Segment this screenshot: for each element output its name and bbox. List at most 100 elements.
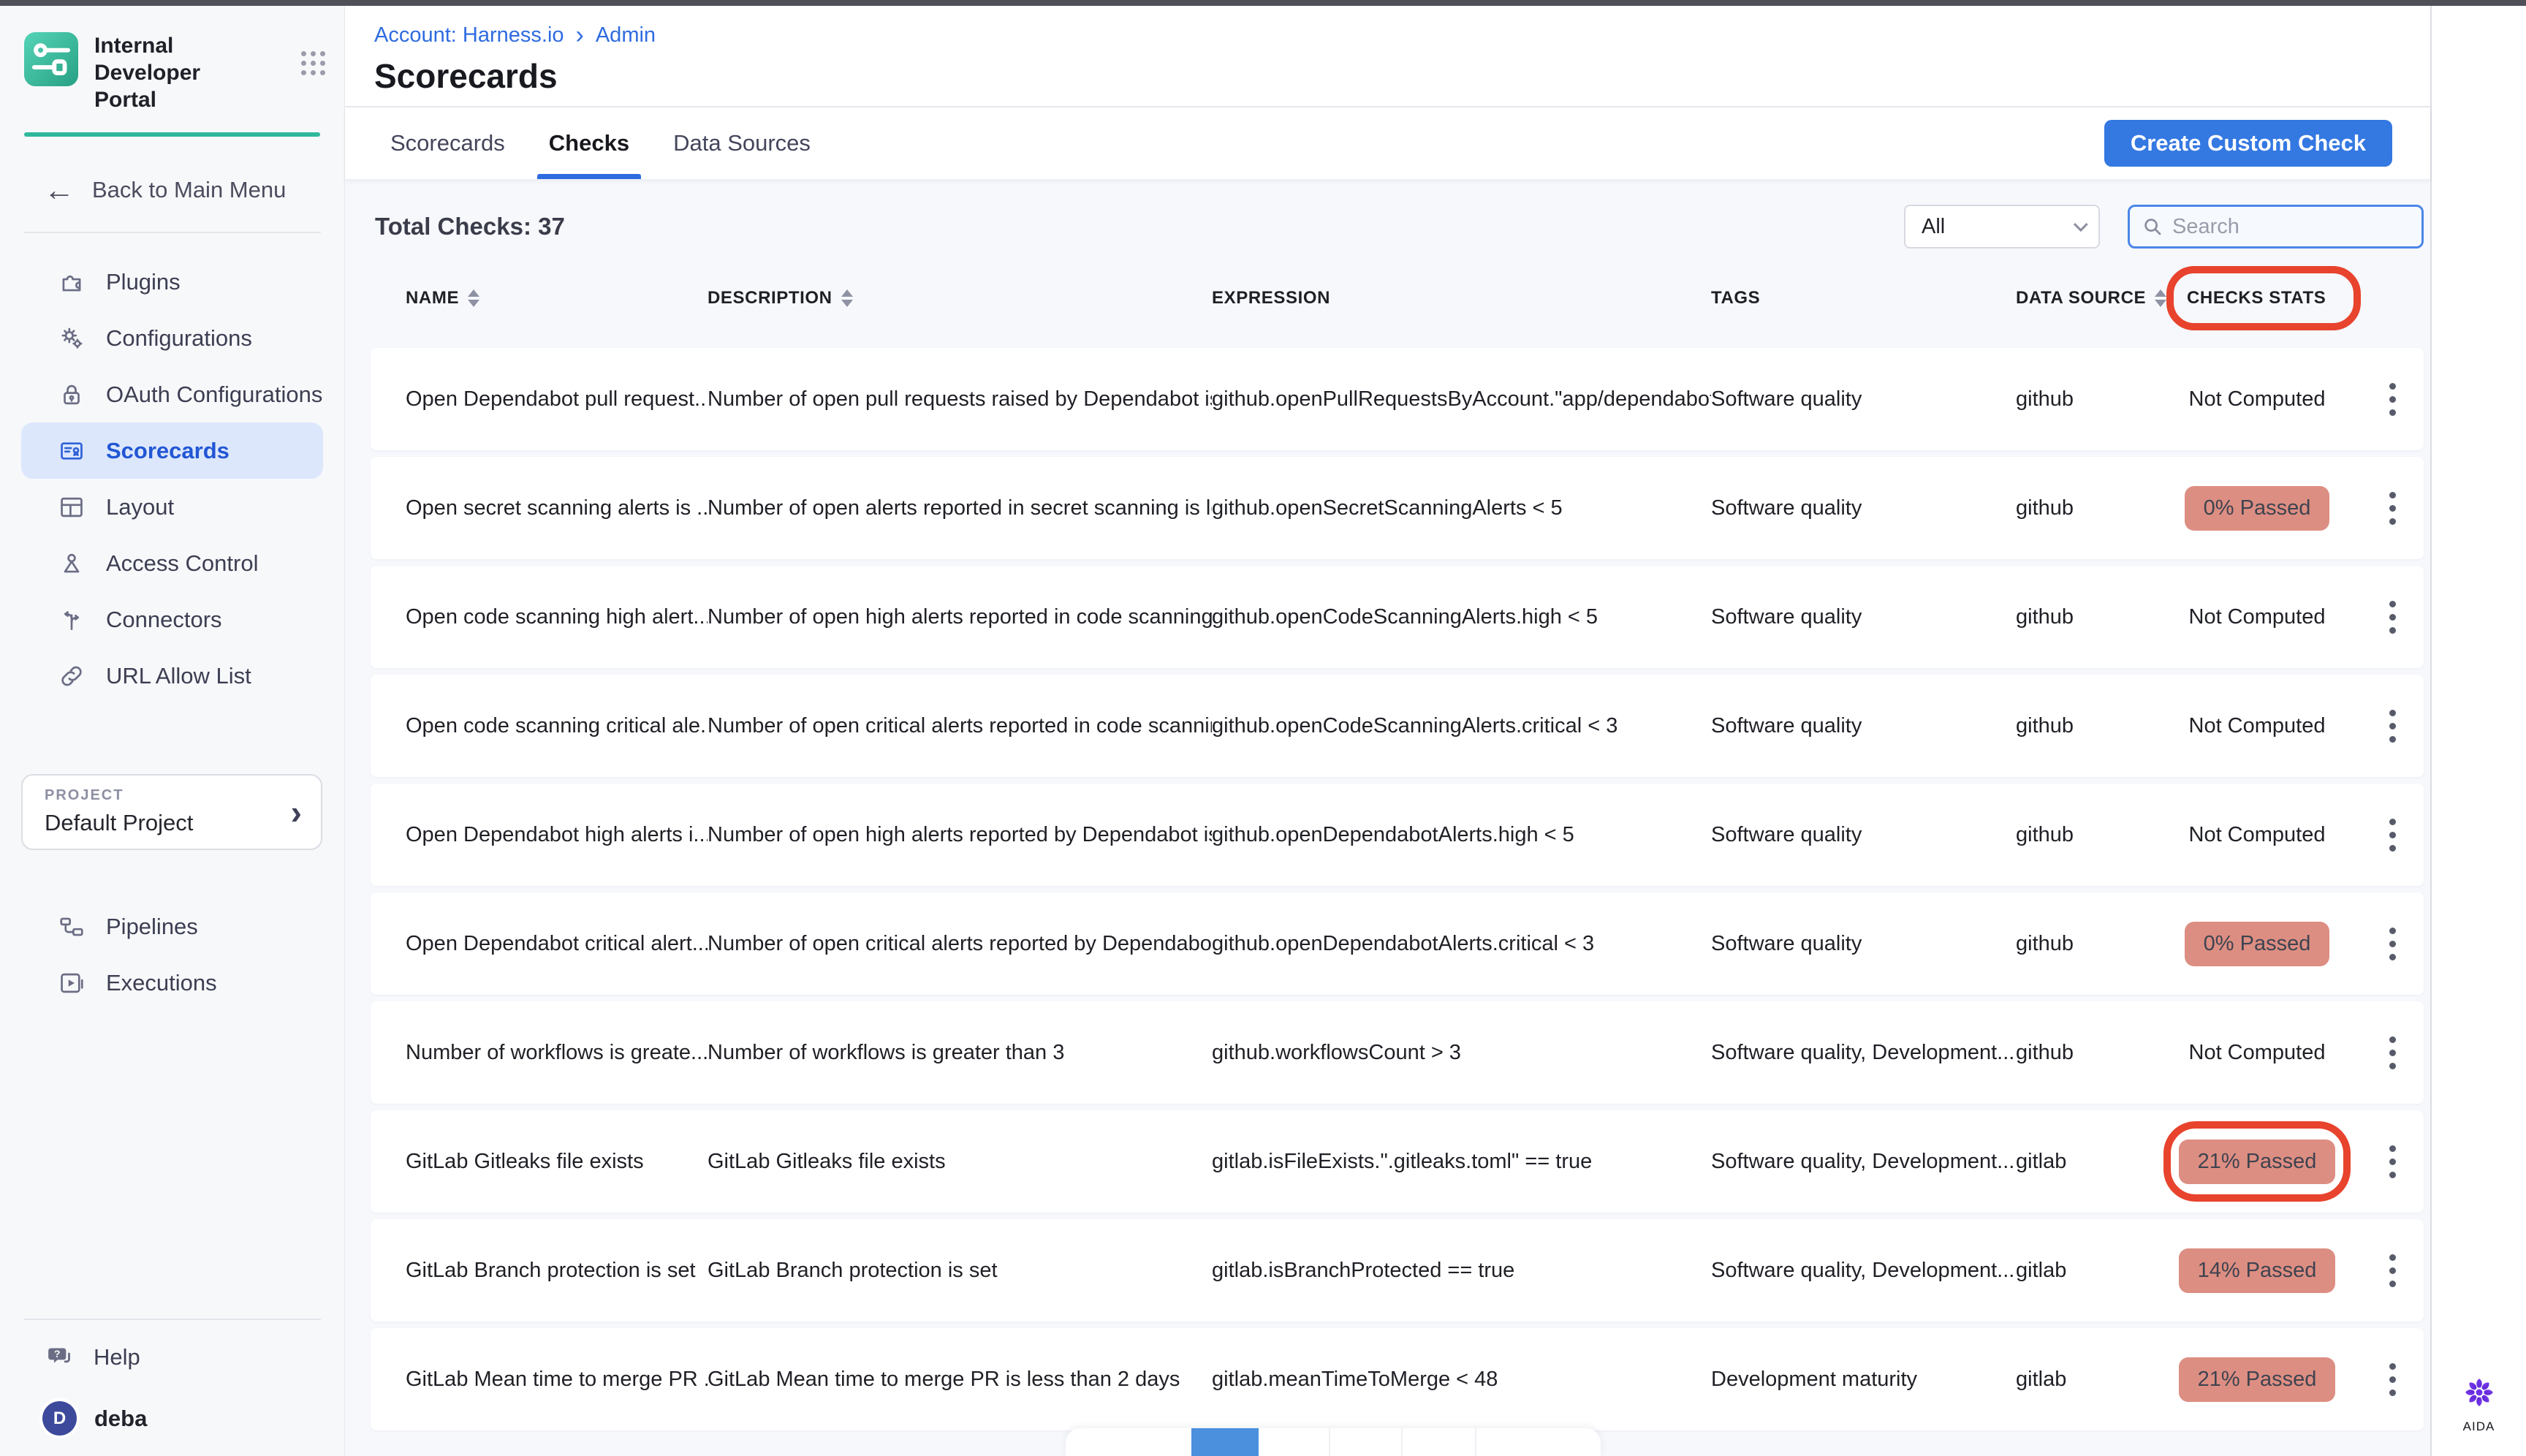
check-description: Number of open critical alerts reported … — [708, 932, 1212, 956]
sort-icon[interactable] — [468, 289, 479, 307]
sidebar-item-url-allow-list[interactable]: URL Allow List — [21, 648, 323, 704]
pagination-page-active[interactable] — [1191, 1428, 1259, 1456]
row-actions — [2385, 923, 2400, 965]
sidebar-item-oauth-configurations[interactable]: OAuth Configurations — [21, 366, 323, 422]
scorecard-icon — [58, 437, 86, 465]
kebab-menu-icon[interactable] — [2385, 814, 2400, 856]
check-data-source: github — [2016, 823, 2169, 847]
kebab-menu-icon[interactable] — [2385, 1032, 2400, 1074]
create-custom-check-button[interactable]: Create Custom Check — [2104, 120, 2392, 167]
column-header-data-source[interactable]: DATA SOURCE — [2016, 288, 2169, 308]
pagination-prev-button[interactable] — [1066, 1428, 1191, 1456]
row-actions — [2385, 1141, 2400, 1183]
app-grid-icon[interactable] — [301, 51, 325, 75]
window-top-strip — [0, 0, 2526, 6]
chevron-right-icon: › — [576, 26, 584, 45]
tab-scorecards[interactable]: Scorecards — [386, 107, 509, 179]
check-tags: Software quality — [1711, 496, 2016, 520]
aida-label: AIDA — [2432, 1419, 2526, 1434]
pagination-page-button[interactable] — [1259, 1428, 1329, 1456]
brand-divider — [24, 132, 320, 137]
project-name: Default Project — [45, 810, 321, 836]
check-description: GitLab Gitleaks file exists — [708, 1150, 1212, 1174]
check-stats: Not Computed — [2169, 714, 2345, 738]
sidebar-item-scorecards[interactable]: Scorecards — [21, 422, 323, 479]
sort-icon[interactable] — [2155, 289, 2166, 307]
check-stats: Not Computed — [2169, 1041, 2345, 1065]
sidebar-item-access-control[interactable]: Access Control — [21, 535, 323, 591]
check-description: GitLab Branch protection is set — [708, 1259, 1212, 1283]
puzzle-icon — [58, 268, 86, 296]
tab-data-sources[interactable]: Data Sources — [669, 107, 815, 179]
check-data-source: github — [2016, 605, 2169, 629]
table-row: Open Dependabot pull request...Number of… — [371, 348, 2424, 450]
pagination-next-button[interactable] — [1475, 1428, 1601, 1456]
column-header-description[interactable]: DESCRIPTION — [708, 288, 1212, 308]
filter-dropdown[interactable]: All — [1904, 205, 2100, 249]
check-data-source: github — [2016, 387, 2169, 412]
kebab-menu-icon[interactable] — [2385, 488, 2400, 529]
project-label: PROJECT — [45, 787, 321, 804]
check-description: Number of open critical alerts reported … — [708, 714, 1212, 738]
check-data-source: gitlab — [2016, 1259, 2169, 1283]
search-input[interactable] — [2172, 215, 2410, 239]
check-tags: Software quality — [1711, 932, 2016, 956]
check-expression: gitlab.isFileExists.".gitleaks.toml" == … — [1212, 1150, 1711, 1174]
sidebar-item-connectors[interactable]: Connectors — [21, 591, 323, 648]
sidebar-item-label: Scorecards — [106, 438, 230, 464]
row-actions — [2385, 814, 2400, 856]
check-data-source: github — [2016, 932, 2169, 956]
project-selector[interactable]: PROJECT Default Project › — [21, 774, 322, 850]
column-header-checks-stats: CHECKS STATS — [2169, 288, 2345, 308]
back-to-main-menu[interactable]: ← Back to Main Menu — [0, 175, 344, 205]
stats-text: Not Computed — [2189, 714, 2326, 738]
sidebar-divider — [23, 1319, 321, 1320]
kebab-menu-icon[interactable] — [2385, 705, 2400, 747]
row-actions — [2385, 1250, 2400, 1292]
kebab-menu-icon[interactable] — [2385, 596, 2400, 638]
kebab-menu-icon[interactable] — [2385, 379, 2400, 420]
check-description: GitLab Mean time to merge PR is less tha… — [708, 1368, 1212, 1392]
sidebar-item-label: Connectors — [106, 607, 222, 633]
sidebar-item-configurations[interactable]: Configurations — [21, 310, 323, 366]
sidebar-item-pipelines[interactable]: Pipelines — [21, 898, 323, 955]
check-stats: 0% Passed — [2169, 486, 2345, 531]
kebab-menu-icon[interactable] — [2385, 1141, 2400, 1183]
sidebar-item-executions[interactable]: Executions — [21, 955, 323, 1011]
help-button[interactable]: ? Help — [0, 1329, 344, 1385]
chevron-down-icon — [2074, 217, 2088, 232]
user-menu[interactable]: D deba — [0, 1401, 344, 1436]
check-expression: github.openDependabotAlerts.high < 5 — [1212, 823, 1711, 847]
aida-assistant-button[interactable]: AIDA — [2432, 1375, 2526, 1434]
tab-checks[interactable]: Checks — [545, 107, 634, 179]
check-expression: github.openCodeScanningAlerts.high < 5 — [1212, 605, 1711, 629]
kebab-menu-icon[interactable] — [2385, 923, 2400, 965]
breadcrumb-account[interactable]: Account: Harness.io — [374, 23, 564, 48]
pagination-page-button[interactable] — [1401, 1428, 1475, 1456]
kebab-menu-icon[interactable] — [2385, 1359, 2400, 1400]
row-actions — [2385, 379, 2400, 420]
sidebar-item-label: Plugins — [106, 269, 181, 295]
sort-icon[interactable] — [841, 289, 853, 307]
check-description: Number of open alerts reported in secret… — [708, 496, 1212, 520]
sidebar: Internal Developer Portal ← Back to Main… — [0, 6, 345, 1456]
check-stats: Not Computed — [2169, 387, 2345, 412]
sidebar-bottom: ? Help D deba — [0, 1319, 344, 1456]
kebab-menu-icon[interactable] — [2385, 1250, 2400, 1292]
sidebar-item-plugins[interactable]: Plugins — [21, 254, 323, 310]
breadcrumb-admin[interactable]: Admin — [596, 23, 656, 48]
pagination-page-button[interactable] — [1329, 1428, 1401, 1456]
check-data-source: github — [2016, 714, 2169, 738]
check-description: Number of open high alerts reported in c… — [708, 605, 1212, 629]
sidebar-item-layout[interactable]: Layout — [21, 479, 323, 535]
check-stats: Not Computed — [2169, 605, 2345, 629]
check-tags: Software quality, Development... — [1711, 1150, 2016, 1174]
sidebar-item-label: OAuth Configurations — [106, 382, 322, 408]
column-header-label: TAGS — [1711, 288, 1760, 308]
column-header-name[interactable]: NAME — [406, 288, 708, 308]
main-area: Account: Harness.io › Admin Scorecards S… — [345, 6, 2430, 1456]
avatar: D — [42, 1401, 77, 1436]
check-tags: Software quality — [1711, 605, 2016, 629]
filter-value: All — [1922, 215, 1945, 239]
row-actions — [2385, 1032, 2400, 1074]
